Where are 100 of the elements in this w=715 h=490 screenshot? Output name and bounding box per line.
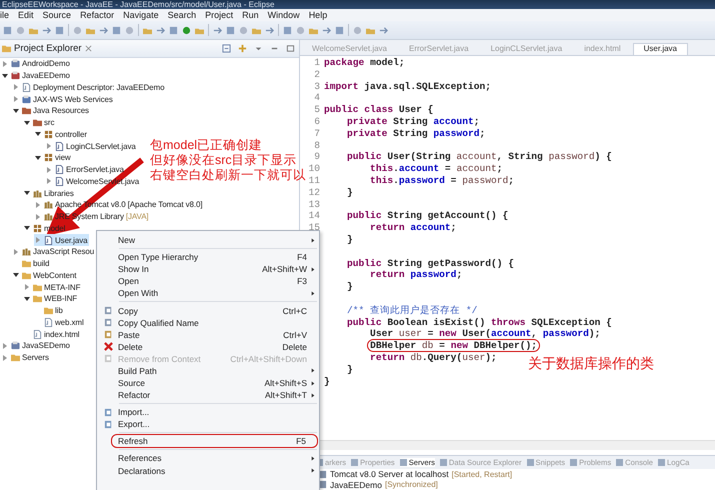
- tree-item[interactable]: JavaEEDemo: [1, 70, 72, 82]
- menu-item[interactable]: Import...: [98, 406, 318, 418]
- collapsed-arrow-icon[interactable]: [36, 202, 40, 208]
- menu-item[interactable]: Copy Qualified Name: [98, 316, 318, 329]
- menu-item[interactable]: Refactor Alt+Shift+T: [98, 389, 318, 402]
- tree-item[interactable]: lib: [34, 304, 65, 316]
- server-status: [Synchronized]: [384, 480, 438, 490]
- menu-item[interactable]: ile: [0, 10, 10, 20]
- tree-item[interactable]: WEB-INF: [23, 293, 80, 305]
- menu-item[interactable]: New: [98, 234, 318, 246]
- line-number: 1: [313, 57, 321, 69]
- server-name[interactable]: JavaEEDemo: [330, 480, 382, 490]
- menu-item[interactable]: Edit: [18, 10, 34, 20]
- java-file-icon: [55, 142, 64, 151]
- line-number: 4: [313, 92, 321, 104]
- menu-item[interactable]: Export...: [98, 418, 318, 430]
- expanded-arrow-icon[interactable]: [24, 226, 30, 230]
- tree-item[interactable]: ErrorServlet.java: [45, 164, 126, 176]
- collapse-all-icon[interactable]: [222, 44, 231, 53]
- submenu-arrow-icon: [311, 468, 315, 474]
- code-line: public class User {: [324, 104, 434, 116]
- menu-item[interactable]: Refactor: [80, 10, 114, 20]
- collapsed-arrow-icon[interactable]: [47, 166, 51, 173]
- file-icon: [44, 318, 53, 327]
- menu-item[interactable]: Window: [268, 10, 300, 20]
- tree-item[interactable]: view: [34, 152, 73, 164]
- menu-item[interactable]: References: [98, 452, 318, 464]
- code-line: return password;: [369, 269, 462, 282]
- line-number: 14: [307, 210, 321, 222]
- code-line: /** 查询此用户是否存在 */: [346, 304, 478, 317]
- tree-item[interactable]: controller: [34, 128, 89, 140]
- tree-item[interactable]: index.html: [23, 328, 82, 340]
- code-line: public String getAccount() {: [346, 210, 508, 222]
- menu-item[interactable]: Copy Ctrl+C: [98, 304, 318, 317]
- menu-item[interactable]: Navigate: [123, 10, 159, 20]
- collapsed-arrow-icon[interactable]: [3, 342, 7, 349]
- menu-item[interactable]: Project: [205, 10, 234, 20]
- menu-item[interactable]: Run: [242, 10, 259, 20]
- code-line: return account;: [369, 222, 456, 234]
- menu-item[interactable]: Help: [308, 10, 328, 20]
- line-number: 8: [313, 140, 321, 152]
- submenu-arrow-icon: [311, 238, 315, 243]
- line-number: 3: [313, 80, 321, 92]
- menu-item[interactable]: Declarations: [98, 464, 318, 477]
- tree-item[interactable]: Deployment Descriptor: JavaEEDemo: [12, 82, 166, 94]
- menu-item[interactable]: Source Alt+Shift+S: [98, 377, 318, 390]
- collapsed-arrow-icon[interactable]: [14, 96, 18, 102]
- menu-item[interactable]: Open F3: [98, 275, 318, 288]
- collapsed-arrow-icon[interactable]: [3, 354, 7, 361]
- tree-item[interactable]: build: [12, 258, 52, 270]
- collapsed-arrow-icon[interactable]: [36, 214, 40, 220]
- collapsed-arrow-icon[interactable]: [36, 237, 40, 244]
- code-line: package model;: [324, 57, 405, 69]
- collapsed-arrow-icon[interactable]: [14, 248, 18, 255]
- expanded-arrow-icon[interactable]: [35, 132, 41, 136]
- code-line: private String password;: [346, 128, 486, 140]
- editor-tab[interactable]: User.java: [632, 43, 688, 55]
- menu-item[interactable]: Source: [42, 10, 72, 20]
- menu-item[interactable]: Open With: [98, 287, 318, 300]
- tree-item[interactable]: WebContent: [12, 270, 78, 282]
- code-line: public Boolean isExist() throws SQLException {: [346, 316, 612, 328]
- link-icon[interactable]: [238, 44, 247, 53]
- collapsed-arrow-icon[interactable]: [25, 284, 29, 290]
- submenu-arrow-icon: [311, 392, 315, 398]
- maximize-icon[interactable]: [286, 44, 295, 53]
- menu-item[interactable]: Show In Alt+Shift+W: [98, 263, 318, 276]
- server-name[interactable]: Tomcat v8.0 Server at localhost: [330, 469, 449, 480]
- collapsed-arrow-icon[interactable]: [47, 178, 51, 184]
- tree-item[interactable]: Java Resources: [12, 105, 91, 117]
- menu-item[interactable]: Paste Ctrl+V: [98, 328, 318, 341]
- menu-item[interactable]: Open Type Hierarchy F4: [98, 251, 318, 264]
- tree-item[interactable]: JavaSEDemo: [1, 340, 72, 352]
- collapsed-arrow-icon[interactable]: [14, 84, 18, 90]
- tree-item[interactable]: Servers: [1, 352, 51, 364]
- tree-item[interactable]: JavaScript Resou: [12, 246, 96, 258]
- tree-item[interactable]: User.java: [34, 234, 90, 246]
- menu-item[interactable]: Build Path: [98, 364, 318, 378]
- tree-item[interactable]: web.xml: [34, 316, 86, 328]
- tree-item[interactable]: LoginCLServlet.java: [45, 140, 138, 152]
- menu-item[interactable]: Refresh F5: [111, 434, 318, 448]
- tree-item[interactable]: Libraries: [23, 187, 76, 199]
- collapsed-arrow-icon[interactable]: [3, 60, 7, 67]
- submenu-arrow-icon: [311, 380, 315, 386]
- web-project-icon: [11, 71, 20, 80]
- remove-icon: [104, 354, 112, 364]
- tree-item[interactable]: src: [23, 116, 56, 128]
- tree-item[interactable]: AndroidDemo: [1, 58, 72, 70]
- line-number: 15: [307, 222, 321, 234]
- menu-item[interactable]: Delete Delete: [98, 340, 318, 353]
- menu-item[interactable]: Search: [168, 10, 196, 20]
- tree-item[interactable]: META-INF: [23, 281, 82, 293]
- library-icon: [44, 212, 53, 222]
- collapsed-arrow-icon[interactable]: [47, 143, 51, 150]
- close-icon[interactable]: [84, 45, 92, 52]
- line-number: 10: [307, 163, 321, 175]
- code-line: private String account;: [346, 116, 480, 128]
- panel-title[interactable]: Project Explorer: [14, 43, 82, 54]
- expanded-arrow-icon[interactable]: [35, 156, 41, 160]
- tree-item[interactable]: JAX-WS Web Services: [12, 93, 115, 105]
- package-icon: [44, 130, 53, 139]
